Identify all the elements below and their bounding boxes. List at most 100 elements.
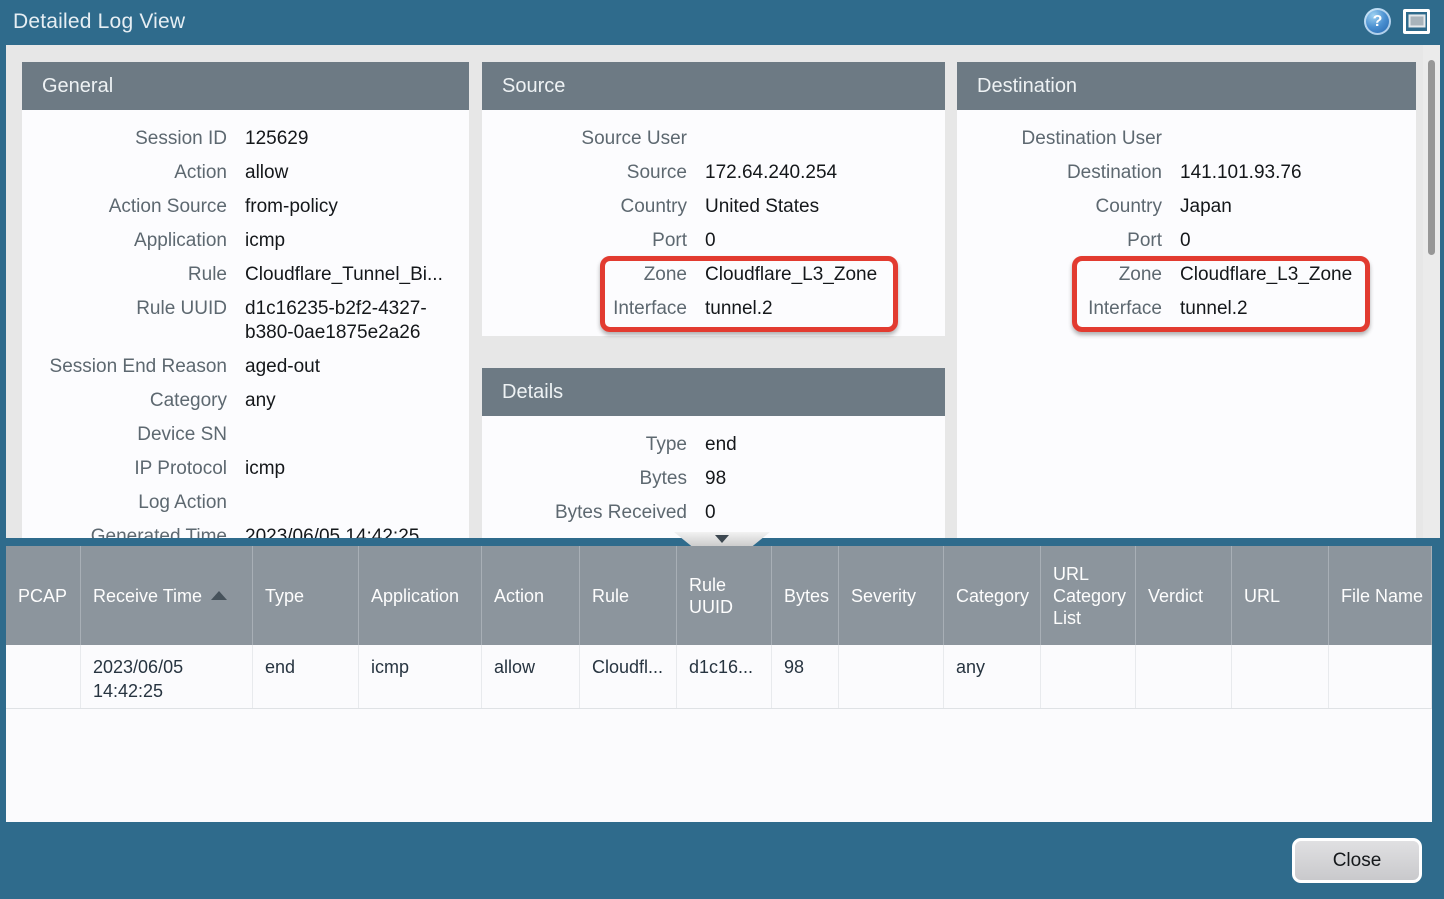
field-label: Interface — [957, 297, 1162, 321]
field-label: Rule UUID — [22, 297, 227, 345]
column-header-label: Severity — [851, 585, 916, 607]
column-header-action[interactable]: Action — [482, 546, 580, 645]
field-row-port: Port 0 — [957, 224, 1416, 258]
column-header-type[interactable]: Type — [253, 546, 359, 645]
field-label: Source — [482, 161, 687, 185]
field-row-rule: Rule Cloudflare_Tunnel_Bi... — [22, 258, 469, 292]
column-header-url[interactable]: URL — [1232, 546, 1329, 645]
maximize-window-icon[interactable] — [1403, 9, 1430, 34]
cell-receive-time: 2023/06/05 14:42:25 — [81, 645, 253, 708]
field-value: end — [705, 433, 945, 457]
field-label: Rule — [22, 263, 227, 287]
field-row-device-sn: Device SN — [22, 418, 469, 452]
vertical-scrollbar[interactable] — [1423, 45, 1440, 538]
cell-url — [1232, 645, 1329, 708]
field-label: Zone — [957, 263, 1162, 287]
panel-destination: Destination Destination User Destination… — [957, 62, 1416, 538]
field-value: icmp — [245, 229, 469, 253]
column-header-label: Verdict — [1148, 585, 1203, 607]
panel-source-header: Source — [482, 62, 945, 110]
table-row[interactable]: 2023/06/05 14:42:25 end icmp allow Cloud… — [6, 645, 1432, 709]
column-header-url-category-list[interactable]: URL Category List — [1041, 546, 1136, 645]
field-value — [705, 127, 945, 151]
field-label: Port — [482, 229, 687, 253]
field-row-application: Applicationicmp — [22, 224, 469, 258]
dialog-titlebar: Detailed Log View ? — [0, 0, 1444, 45]
cell-category: any — [944, 645, 1041, 708]
scrollbar-thumb[interactable] — [1428, 60, 1435, 255]
field-value: 2023/06/05 14:42:25 — [245, 525, 469, 538]
field-row-destination: Destination141.101.93.76 — [957, 156, 1416, 190]
column-header-label: File Name — [1341, 585, 1423, 607]
field-label: Bytes — [482, 467, 687, 491]
column-header-application[interactable]: Application — [359, 546, 482, 645]
field-value: Japan — [1180, 195, 1416, 219]
log-detail-section: General Session ID125629 Actionallow Act… — [6, 45, 1423, 538]
cell-application: icmp — [359, 645, 482, 708]
field-row-action-source: Action Sourcefrom-policy — [22, 190, 469, 224]
field-value: Cloudflare_L3_Zone — [705, 263, 945, 287]
column-header-label: Application — [371, 585, 459, 607]
column-header-rule-uuid[interactable]: Rule UUID — [677, 546, 772, 645]
cell-type: end — [253, 645, 359, 708]
field-label: Action — [22, 161, 227, 185]
field-label: Country — [482, 195, 687, 219]
column-header-label: Category — [956, 585, 1029, 607]
field-row-action: Actionallow — [22, 156, 469, 190]
column-header-label: Receive Time — [93, 585, 202, 607]
panel-destination-header: Destination — [957, 62, 1416, 110]
field-value: icmp — [245, 457, 469, 481]
column-header-label: PCAP — [18, 585, 67, 607]
column-header-verdict[interactable]: Verdict — [1136, 546, 1232, 645]
column-header-severity[interactable]: Severity — [839, 546, 944, 645]
field-row-log-action: Log Action — [22, 486, 469, 520]
field-value: Cloudflare_Tunnel_Bi... — [245, 263, 469, 287]
field-value — [245, 491, 469, 515]
column-header-bytes[interactable]: Bytes — [772, 546, 839, 645]
titlebar-icons: ? — [1364, 8, 1430, 35]
panel-details-body: Typeend Bytes98 Bytes Received0 — [482, 416, 945, 538]
sort-ascending-icon — [211, 591, 227, 600]
field-label: Destination — [957, 161, 1162, 185]
field-row-zone: ZoneCloudflare_L3_Zone — [482, 258, 945, 292]
field-row-source-user: Source User — [482, 122, 945, 156]
panel-source: Source Source User Source172.64.240.254 … — [482, 62, 945, 336]
cell-severity — [839, 645, 944, 708]
cell-url-category-list — [1041, 645, 1136, 708]
close-button[interactable]: Close — [1292, 838, 1422, 883]
panel-general-header: General — [22, 62, 469, 110]
column-header-label: Rule — [592, 585, 629, 607]
column-header-file-name[interactable]: File Name — [1329, 546, 1432, 645]
column-header-category[interactable]: Category — [944, 546, 1041, 645]
field-value: tunnel.2 — [705, 297, 945, 321]
log-table: PCAP Receive Time Type Application Actio… — [6, 546, 1432, 822]
field-label: Type — [482, 433, 687, 457]
column-header-rule[interactable]: Rule — [580, 546, 677, 645]
field-label: IP Protocol — [22, 457, 227, 481]
cell-rule-uuid: d1c16... — [677, 645, 772, 708]
field-value: United States — [705, 195, 945, 219]
panel-general-body: Session ID125629 Actionallow Action Sour… — [22, 110, 469, 538]
column-header-label: URL — [1244, 585, 1280, 607]
cell-pcap — [6, 645, 81, 708]
field-row-source: Source172.64.240.254 — [482, 156, 945, 190]
field-label: Source User — [482, 127, 687, 151]
cell-rule: Cloudfl... — [580, 645, 677, 708]
panel-general: General Session ID125629 Actionallow Act… — [22, 62, 469, 538]
cell-action: allow — [482, 645, 580, 708]
field-value: tunnel.2 — [1180, 297, 1416, 321]
field-label: Port — [957, 229, 1162, 253]
collapse-splitter-handle[interactable] — [674, 532, 770, 546]
field-value: any — [245, 389, 469, 413]
cell-file-name — [1329, 645, 1432, 708]
column-header-pcap[interactable]: PCAP — [6, 546, 81, 645]
cell-verdict — [1136, 645, 1232, 708]
column-header-receive-time[interactable]: Receive Time — [81, 546, 253, 645]
field-row-session-end-reason: Session End Reasonaged-out — [22, 350, 469, 384]
panel-details: Details Typeend Bytes98 Bytes Received0 — [482, 368, 945, 538]
page-title: Detailed Log View — [13, 10, 185, 34]
chevron-down-icon — [715, 535, 729, 543]
field-value: 0 — [1180, 229, 1416, 253]
column-header-label: Type — [265, 585, 304, 607]
help-icon[interactable]: ? — [1364, 8, 1391, 35]
